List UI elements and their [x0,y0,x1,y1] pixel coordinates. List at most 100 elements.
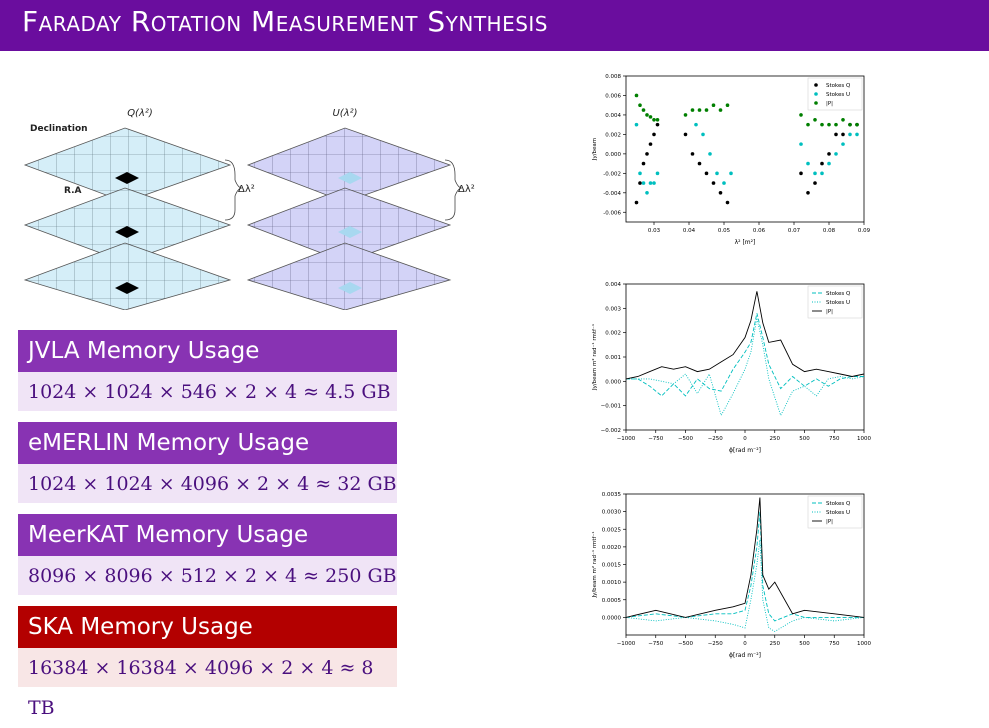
x-tick-label: 750 [829,641,840,647]
y-tick-label: 0.0015 [602,563,622,569]
x-axis-label: ϕ[rad m⁻²] [729,652,761,659]
ska-memory-box: SKA Memory Usage 16384 × 16384 × 4096 × … [18,606,397,719]
data-point-stokesu [834,152,838,156]
y-tick-label: 0.0020 [602,545,622,551]
title-bar: Faraday Rotation Measurement Synthesis [0,0,989,51]
y-tick-label: 0.004 [605,282,621,288]
data-point-stokesu [820,171,824,176]
data-point-stokesq [711,181,716,185]
emerlin-memory-box: eMERLIN Memory Usage 1024 × 1024 × 4096 … [18,422,397,503]
data-point-stokesq [655,122,660,127]
x-tick-label: −1000 [617,641,636,647]
data-point-stokesu [648,181,653,185]
data-point-p [638,103,642,107]
legend-label: |P| [826,101,833,107]
y-tick-label: 0.003 [605,306,621,312]
x-tick-label: 750 [829,436,840,442]
data-point-p [641,108,646,112]
x-tick-label: −750 [648,436,664,442]
y-tick-label: 0.006 [605,93,621,99]
page-title: Faraday Rotation Measurement Synthesis [22,5,549,38]
jvla-memory-box: JVLA Memory Usage 1024 × 1024 × 546 × 2 … [18,330,397,411]
data-point-stokesu [652,181,656,185]
data-point-stokesq [799,171,803,176]
y-tick-label: 0.0000 [602,615,622,621]
data-point-p [841,118,845,122]
data-point-p [820,122,824,127]
data-point-stokesu [848,132,852,137]
y-tick-label: 0.0030 [602,510,622,516]
data-point-p [813,118,817,122]
y-axis-label: Jy/beam m² rad⁻¹ rmtf⁻¹ [591,531,598,598]
y-tick-label: 0.004 [605,113,621,119]
data-point-p [711,103,716,107]
delta-lambda-left-label: Δλ² [238,184,255,195]
y-tick-label: −0.002 [601,428,621,434]
data-point-stokesq [683,132,688,137]
jvla-memory-title: JVLA Memory Usage [18,330,397,372]
y-tick-label: 0.002 [605,132,621,138]
data-point-stokesq [652,132,656,137]
data-point-p [683,113,688,117]
legend-label: |P| [826,519,833,525]
data-point-stokesu [729,171,733,176]
faraday-cube-diagram: Q(λ²) U(λ²) Declination R.A Δλ² Δλ² [23,108,475,310]
data-point-stokesq [648,142,653,146]
data-point-p [697,108,702,112]
data-point-stokesu [701,132,705,137]
ska-memory-title: SKA Memory Usage [18,606,397,648]
x-tick-label: 500 [799,436,810,442]
data-point-stokesq [820,161,824,166]
data-point-stokesq [813,181,817,185]
y-tick-label: 0.0025 [602,527,622,533]
meerkat-memory-box: MeerKAT Memory Usage 8096 × 8096 × 512 ×… [18,514,397,595]
data-point-stokesq [841,132,845,137]
x-tick-label: 500 [799,641,810,647]
data-point-stokesq [638,181,642,185]
legend-label: |P| [826,309,833,315]
x-tick-label: −1000 [617,436,636,442]
declination-label: Declination [30,124,88,134]
x-tick-label: 0 [743,436,747,442]
stokes-lambda-scatter-chart: 0.03 0.04 0.05 0.06 0.07 0.08 0.09 -0.006 -0.004… [592,74,871,246]
data-point-p [848,122,852,127]
x-tick-label: 1000 [857,436,871,442]
x-tick-label: 0.04 [683,228,696,234]
data-point-stokesu [841,142,845,146]
data-point-stokesq [806,191,810,195]
data-point-stokesu [708,152,712,156]
data-point-stokesu [799,142,803,146]
data-point-p [806,122,810,127]
jvla-memory-formula: 1024 × 1024 × 546 × 2 × 4 ≈ 4.5 GB [18,372,397,411]
legend-label: Stokes U [826,510,850,516]
x-tick-label: 0 [743,641,747,647]
x-tick-label: 250 [770,641,781,647]
legend-marker [814,83,818,87]
y-tick-label: -0.004 [603,191,621,197]
legend-label: Stokes Q [826,83,851,89]
data-point-stokesq [827,152,831,156]
data-point-p [827,122,831,127]
legend-label: Stokes U [826,92,850,98]
x-tick-label: 0.03 [648,228,661,234]
legend-marker [814,92,818,96]
y-tick-label: 0.0035 [602,492,622,498]
data-point-p [718,108,723,112]
data-point-stokesq [645,152,649,156]
emerlin-memory-formula: 1024 × 1024 × 4096 × 2 × 4 ≈ 32 GB [18,464,397,503]
meerkat-memory-title: MeerKAT Memory Usage [18,514,397,556]
data-point-stokesq [704,171,709,176]
data-point-p [648,115,653,119]
x-tick-label: 250 [770,436,781,442]
data-point-stokesq [641,161,646,166]
x-tick-label: 0.09 [858,228,871,234]
x-tick-label: −500 [678,641,694,647]
data-point-p [645,113,649,117]
x-tick-label: 1000 [857,641,871,647]
data-point-stokesu [715,171,719,176]
x-tick-label: 0.06 [753,228,766,234]
y-tick-label: 0.0010 [602,580,622,586]
data-point-stokesu [694,122,698,127]
data-point-p [855,122,859,127]
y-tick-label: 0.000 [605,379,621,385]
